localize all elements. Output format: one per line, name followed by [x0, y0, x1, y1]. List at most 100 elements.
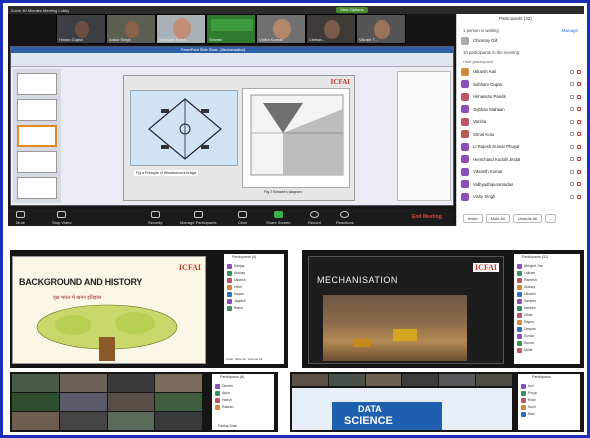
video-tile[interactable] — [292, 374, 328, 386]
video-tile[interactable]: Shivani — [206, 14, 256, 44]
mute-button[interactable]: Mute — [16, 211, 25, 225]
participant-row[interactable]: Himanshu Pandit — [461, 91, 581, 102]
participant-row[interactable]: Kumar — [517, 340, 577, 346]
slide-thumbnail[interactable] — [17, 177, 57, 199]
participant-row[interactable]: Lakhan — [517, 270, 577, 276]
participant-row[interactable]: Shruti Kotu — [461, 129, 581, 140]
participant-row[interactable]: Jagdish — [227, 298, 281, 304]
participant-row[interactable]: Arjun — [215, 390, 271, 396]
participant-row[interactable]: Abhijeet Jha — [517, 263, 577, 269]
participant-name: Tejbhan Mahaan — [473, 106, 505, 112]
end-meeting-button[interactable]: End Meeting — [412, 214, 442, 220]
participant-row[interactable]: Rahul — [227, 305, 281, 311]
video-tile[interactable] — [107, 374, 155, 392]
chat-button[interactable]: Chat — [238, 211, 247, 225]
stop-video-button[interactable]: Stop Video — [52, 211, 72, 225]
video-tile[interactable]: Vikrant T... — [356, 14, 406, 44]
participant-row[interactable]: Tejbhan Mahaan — [461, 104, 581, 115]
participant-row[interactable]: Hemi — [227, 284, 281, 290]
participant-row[interactable]: Sanjeev — [517, 298, 577, 304]
video-tile[interactable] — [59, 393, 107, 411]
invite-button[interactable]: Invite — [463, 213, 483, 223]
avatar — [461, 167, 469, 176]
participant-row[interactable]: Rakesh — [215, 404, 271, 410]
record-button[interactable]: Record — [308, 211, 321, 225]
participant-row[interactable]: Sunita — [517, 333, 577, 339]
slide-thumbnail[interactable] — [17, 73, 57, 95]
share-screen-button[interactable]: Share Screen — [266, 211, 290, 225]
participant-row[interactable]: Mohit — [517, 347, 577, 353]
view-options-button[interactable]: View Options — [336, 7, 368, 13]
participant-row[interactable]: Sanjay — [227, 263, 281, 269]
participant-row[interactable]: Vikas — [517, 312, 577, 318]
video-tile[interactable]: Ankur Singh — [106, 14, 156, 44]
manage-participants-button[interactable]: Manage Participants — [180, 211, 216, 225]
participant-row[interactable]: Naveen — [517, 305, 577, 311]
video-tile[interactable] — [107, 412, 155, 430]
participant-name: Himanshu Pandit — [473, 94, 506, 99]
participant-row[interactable]: Akshay — [227, 270, 281, 276]
participant-row[interactable]: Varsha — [461, 116, 581, 127]
video-tile[interactable] — [402, 374, 439, 386]
waiting-person[interactable]: Chinmay Gill — [461, 35, 580, 46]
manage-waiting-button[interactable]: Manage — [562, 28, 578, 33]
mute-all-button[interactable]: Mute All — [485, 213, 510, 223]
participant-row[interactable]: Ravi — [521, 411, 577, 417]
participant-row[interactable]: Utkarsh — [227, 277, 281, 283]
slide-thumbnail[interactable] — [17, 125, 57, 147]
participant-row[interactable]: Sunil — [521, 404, 577, 410]
bottom-right-slide: DATA SCIENCE — [292, 388, 512, 430]
participant-row[interactable]: Pooja — [521, 390, 577, 396]
video-tile[interactable]: Chetan... — [306, 14, 356, 44]
unmute-all-button[interactable]: Unmute All — [512, 213, 543, 223]
participant-row[interactable]: Akshay — [517, 284, 577, 290]
participant-row[interactable]: Kiran — [521, 397, 577, 403]
video-tile[interactable] — [59, 412, 107, 430]
participant-row[interactable]: Vikranth Kumar — [461, 166, 581, 177]
video-tile[interactable]: Subhash kuma... — [156, 14, 206, 44]
participant-row[interactable]: Rajeev — [517, 319, 577, 325]
video-tile[interactable] — [439, 374, 476, 386]
video-tile[interactable] — [107, 393, 155, 411]
video-tile[interactable] — [12, 393, 59, 411]
avatar — [517, 319, 522, 325]
mid-right-screenshot: MECHANISATION ICFAI Participants (32) Ab… — [302, 250, 584, 368]
participant-row[interactable]: Ramesh — [517, 277, 577, 283]
participant-row[interactable]: Dinesh — [215, 383, 271, 389]
video-tile[interactable] — [12, 412, 59, 430]
video-tile[interactable] — [155, 393, 202, 411]
participant-row[interactable]: Hemchand Kudolli Jindal — [461, 154, 581, 165]
video-tile[interactable] — [59, 374, 107, 392]
video-tile[interactable]: Himan Gupta — [56, 14, 106, 44]
caption-right: Fig 2 Edward's diagram — [264, 190, 302, 194]
participant-row[interactable]: Anil — [521, 383, 577, 389]
video-tile[interactable] — [12, 374, 59, 392]
reactions-button[interactable]: Reactions — [336, 211, 354, 225]
participant-row[interactable]: Rayan — [227, 291, 281, 297]
video-tile[interactable]: Chitra Kumari — [256, 14, 306, 44]
unmute-all-button[interactable]: Unmute All — [248, 357, 263, 361]
video-tile[interactable] — [155, 374, 202, 392]
participant-row[interactable]: Utkarsh Kali — [461, 66, 581, 77]
participant-row[interactable]: Lt Rajesh Kumar Phuyal — [461, 141, 581, 152]
participant-row[interactable]: Vicky Singh — [461, 191, 581, 202]
ppt-side-pane — [397, 71, 451, 201]
slide-thumbnail[interactable] — [17, 99, 57, 121]
participant-row[interactable]: Subham Gupta — [461, 79, 581, 90]
video-tile[interactable] — [328, 374, 365, 386]
slide-thumbnail[interactable] — [17, 151, 57, 173]
more-button[interactable]: ... — [545, 213, 557, 223]
video-tile[interactable] — [155, 412, 202, 430]
avatar — [227, 305, 232, 311]
video-tile[interactable] — [365, 374, 402, 386]
participant-row[interactable]: Utkarsh — [517, 291, 577, 297]
mute-all-button[interactable]: Mute All — [235, 357, 246, 361]
mid-left-footer: Invite Mute All Unmute All — [226, 357, 262, 361]
video-tile[interactable] — [476, 374, 512, 386]
security-button[interactable]: Security — [148, 211, 162, 225]
participant-row[interactable]: Harish — [215, 397, 271, 403]
invite-button[interactable]: Invite — [226, 357, 233, 361]
participant-row[interactable]: Vidhyadhipuramadas — [461, 179, 581, 190]
participant-row[interactable]: Deepak — [517, 326, 577, 332]
bottom-left-footer: Pankaj Shah — [218, 424, 238, 428]
